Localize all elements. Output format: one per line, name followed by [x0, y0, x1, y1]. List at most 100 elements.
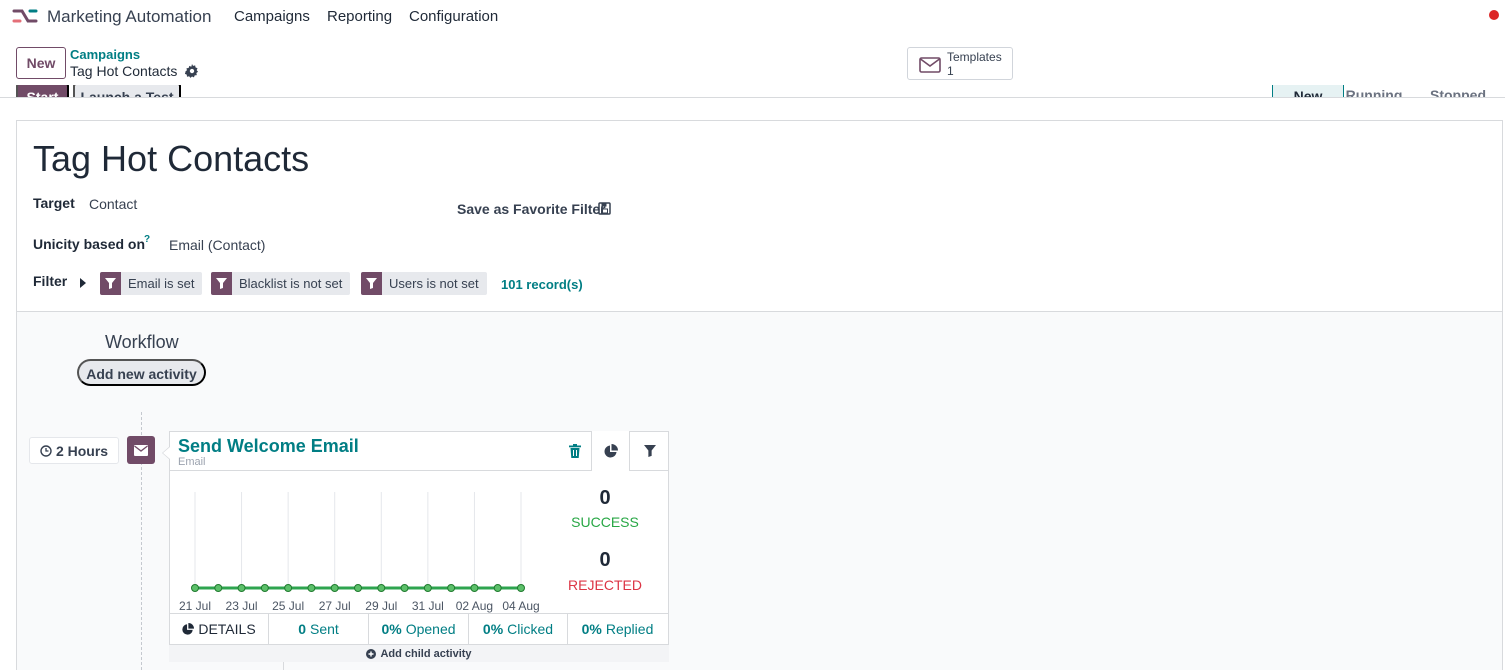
chart-data-point	[260, 584, 269, 592]
menu-campaigns[interactable]: Campaigns	[234, 8, 310, 25]
details-button[interactable]: DETAILS	[169, 614, 269, 644]
target-field[interactable]: Contact	[89, 196, 137, 212]
workflow-title: Workflow	[105, 332, 179, 352]
chart-data-point	[354, 584, 362, 592]
funnel-icon	[211, 272, 232, 295]
chart-x-tick-label: 27 Jul	[319, 599, 351, 613]
envelope-icon	[919, 57, 941, 73]
rejected-label: REJECTED	[568, 577, 642, 593]
unicity-label: Unicity based on	[33, 236, 146, 252]
control-panel-divider	[0, 97, 1505, 98]
chart-x-tick-label: 02 Aug	[456, 599, 493, 613]
pie-chart-icon	[182, 622, 195, 635]
stat-sent[interactable]: 0 Sent	[269, 614, 369, 644]
chart-x-tick-label: 04 Aug	[502, 599, 539, 613]
help-tooltip-icon[interactable]: ?	[144, 234, 150, 245]
filter-chip-blacklist[interactable]: Blacklist is not set	[211, 272, 351, 295]
save-favorite-filter-button[interactable]: Save as Favorite Filter	[457, 201, 606, 217]
activity-type: Email	[178, 456, 206, 468]
tab-filter[interactable]	[630, 431, 669, 471]
status-bar: Start Launch a Test New Running Stopped	[0, 85, 1505, 97]
trash-icon[interactable]	[569, 444, 581, 458]
chart-x-tick-label: 31 Jul	[412, 599, 444, 613]
stage-stopped[interactable]: Stopped	[1418, 85, 1498, 97]
chart-data-point	[214, 584, 223, 592]
chart-data-point	[330, 584, 339, 592]
chart-data-point	[284, 584, 293, 592]
add-new-activity-button[interactable]: Add new activity	[77, 359, 206, 386]
success-count: 0	[599, 487, 611, 509]
email-activity-badge	[127, 436, 155, 464]
start-button[interactable]: Start	[16, 85, 69, 97]
clock-icon	[40, 444, 52, 457]
app-logo-icon[interactable]	[12, 7, 38, 25]
activity-interval: 2 Hours	[29, 437, 119, 464]
app-name[interactable]: Marketing Automation	[47, 7, 211, 27]
templates-smart-button[interactable]: Templates 1	[907, 47, 1013, 80]
clicked-label: Clicked	[507, 621, 554, 637]
breadcrumb-campaigns[interactable]: Campaigns	[70, 47, 140, 62]
filter-chip-label: Blacklist is not set	[239, 276, 343, 291]
funnel-icon	[100, 272, 121, 295]
sent-label: Sent	[309, 621, 339, 637]
caret-right-icon[interactable]	[80, 278, 86, 288]
campaign-title[interactable]: Tag Hot Contacts	[33, 138, 309, 180]
chart-data-point	[493, 584, 502, 592]
stat-clicked[interactable]: 0% Clicked	[469, 614, 568, 644]
add-child-label: Add child activity	[380, 647, 472, 660]
tab-graph[interactable]	[591, 431, 630, 471]
chart-data-point	[307, 584, 316, 592]
filter-chip-email[interactable]: Email is set	[100, 272, 203, 295]
rejected-count: 0	[599, 549, 611, 571]
launch-test-button[interactable]: Launch a Test	[73, 85, 181, 97]
filter-chip-users[interactable]: Users is not set	[361, 272, 487, 295]
stage-running[interactable]: Running	[1338, 85, 1410, 97]
plus-circle-icon	[366, 648, 377, 659]
recording-indicator	[1489, 10, 1499, 20]
details-label: DETAILS	[198, 621, 256, 637]
stage-new[interactable]: New	[1272, 85, 1344, 97]
clicked-value: 0%	[482, 621, 504, 637]
card-pointer-inner	[163, 447, 170, 459]
chart-data-point	[470, 584, 479, 592]
interval-label: 2 Hours	[55, 442, 109, 459]
chart-data-point	[237, 584, 246, 592]
new-button[interactable]: New	[16, 47, 66, 79]
chart-x-tick-label: 25 Jul	[272, 599, 304, 613]
unicity-field[interactable]: Email (Contact)	[169, 237, 265, 253]
menu-reporting[interactable]: Reporting	[327, 8, 392, 25]
menu-configuration[interactable]: Configuration	[409, 8, 498, 25]
chart-x-tick-label: 23 Jul	[226, 599, 258, 613]
chart-data-point	[517, 584, 525, 592]
floppy-disk-icon[interactable]	[598, 202, 611, 215]
funnel-icon	[643, 444, 656, 457]
stat-replied[interactable]: 0% Replied	[568, 614, 667, 644]
success-label: SUCCESS	[571, 514, 639, 530]
templates-count: 1	[947, 64, 954, 78]
sent-value: 0	[298, 621, 306, 637]
activity-line-chart: 21 Jul 23 Jul 25 Jul 27 Jul 29 Jul 31 Jul 02 A…	[179, 492, 540, 613]
activity-stats-row: DETAILS 0 Sent 0% Opened 0% Clicked 0% R…	[169, 613, 669, 644]
chart-x-tick-label: 21 Jul	[179, 599, 211, 613]
envelope-icon	[134, 444, 148, 456]
chart-data-point	[377, 584, 386, 592]
templates-label: Templates	[947, 50, 1002, 64]
chart-data-point	[400, 584, 409, 592]
records-count-link[interactable]: 101 record(s)	[501, 277, 583, 292]
activity-name[interactable]: Send Welcome Email	[178, 436, 359, 457]
chart-data-point	[191, 584, 199, 592]
gear-icon[interactable]	[185, 64, 199, 78]
chart-data-point	[447, 584, 456, 592]
stat-opened[interactable]: 0% Opened	[369, 614, 469, 644]
replied-value: 0%	[581, 621, 602, 637]
target-label: Target	[33, 195, 75, 211]
filter-chip-label: Users is not set	[389, 276, 479, 291]
replied-label: Replied	[605, 621, 654, 637]
pie-chart-icon	[604, 443, 618, 457]
opened-value: 0%	[381, 621, 402, 637]
opened-label: Opened	[405, 621, 456, 637]
add-child-activity-button[interactable]: Add child activity	[169, 644, 669, 662]
filter-label: Filter	[33, 273, 68, 289]
child-connector	[283, 662, 284, 670]
filter-chip-label: Email is set	[128, 276, 195, 291]
